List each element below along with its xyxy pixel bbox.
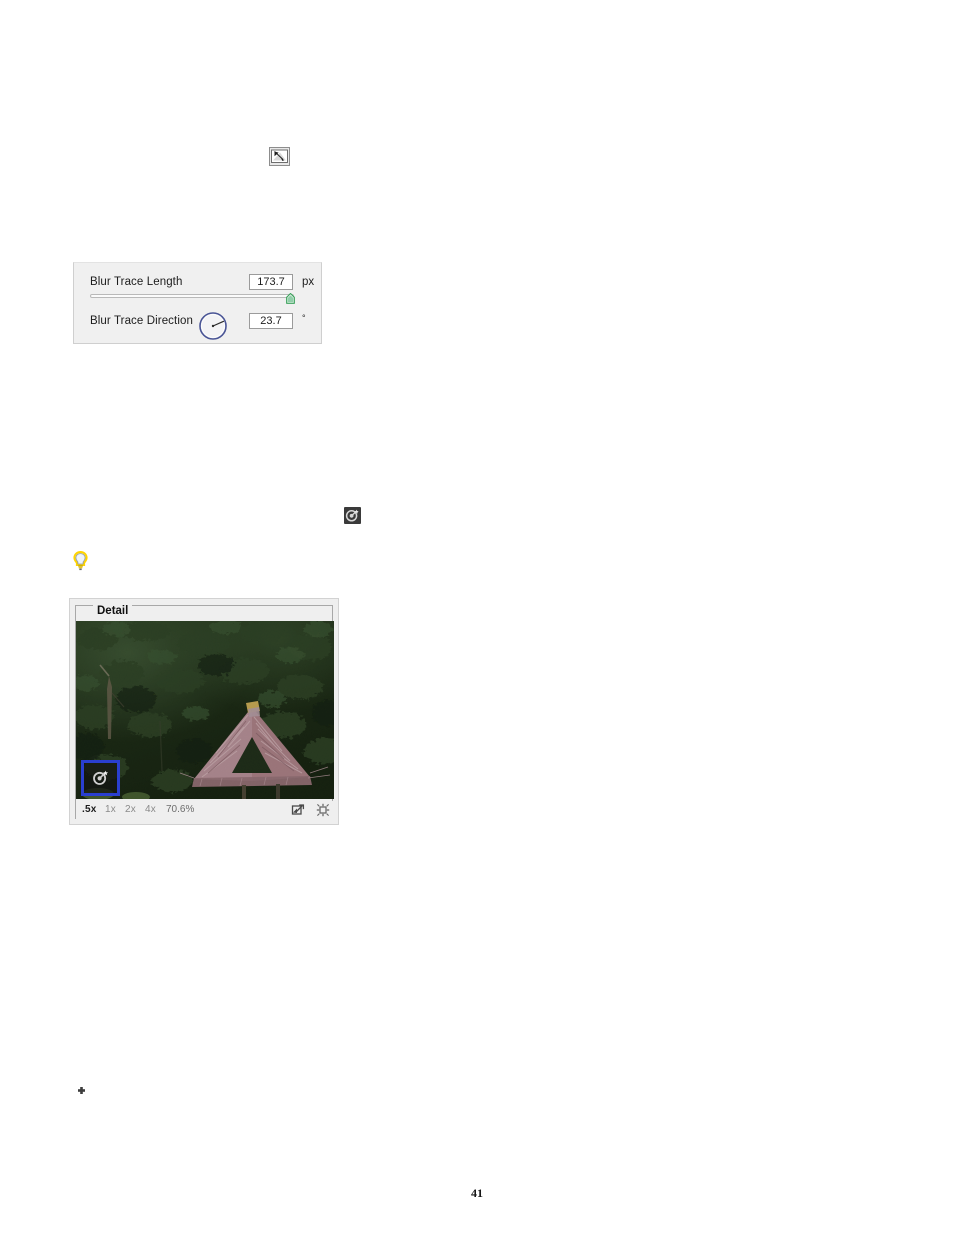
detail-toolbar: .5x 1x 2x 4x 70.6% xyxy=(76,801,334,819)
detail-panel-title: Detail xyxy=(93,604,133,619)
detail-group-frame: Detail xyxy=(75,604,333,620)
page-number: 41 xyxy=(471,1186,483,1200)
zoom-step-4x[interactable]: 4x xyxy=(145,801,156,819)
detail-panel: Detail .5x 1x 2x 4x 70.6% xyxy=(69,598,339,825)
blur-trace-direction-label: Blur Trace Direction xyxy=(90,315,193,327)
blur-trace-length-unit: px xyxy=(302,276,315,288)
blur-trace-length-slider-thumb[interactable] xyxy=(286,291,295,304)
blur-estimation-region-marquee[interactable] xyxy=(81,760,120,796)
blur-trace-direction-dial[interactable] xyxy=(198,311,228,341)
zoom-percent-label: 70.6% xyxy=(166,804,195,815)
detail-preview-image[interactable] xyxy=(76,621,334,799)
list-bullet-marker xyxy=(78,1081,85,1094)
blur-trace-length-slider[interactable] xyxy=(90,294,294,298)
lightbulb-tip-icon xyxy=(72,550,89,571)
blur-trace-length-label: Blur Trace Length xyxy=(90,276,183,288)
blur-trace-length-input[interactable] xyxy=(249,274,293,290)
blur-direction-tool-icon[interactable] xyxy=(269,147,290,166)
zoom-step-1x[interactable]: 1x xyxy=(105,801,116,819)
blur-trace-direction-input[interactable] xyxy=(249,313,293,329)
add-blur-trace-icon[interactable] xyxy=(316,803,330,817)
document-page: Blur Trace Length px Blur Trace Directio… xyxy=(0,0,954,1235)
blur-estimation-region-icon[interactable] xyxy=(344,507,361,524)
blur-estimation-region-icon xyxy=(91,768,111,788)
blur-trace-length-row: Blur Trace Length px xyxy=(74,271,321,293)
zoom-step-2x[interactable]: 2x xyxy=(125,801,136,819)
detach-detail-icon[interactable] xyxy=(291,803,305,817)
zoom-step-half[interactable]: .5x xyxy=(82,801,97,819)
blur-trace-direction-unit: ° xyxy=(302,313,306,323)
